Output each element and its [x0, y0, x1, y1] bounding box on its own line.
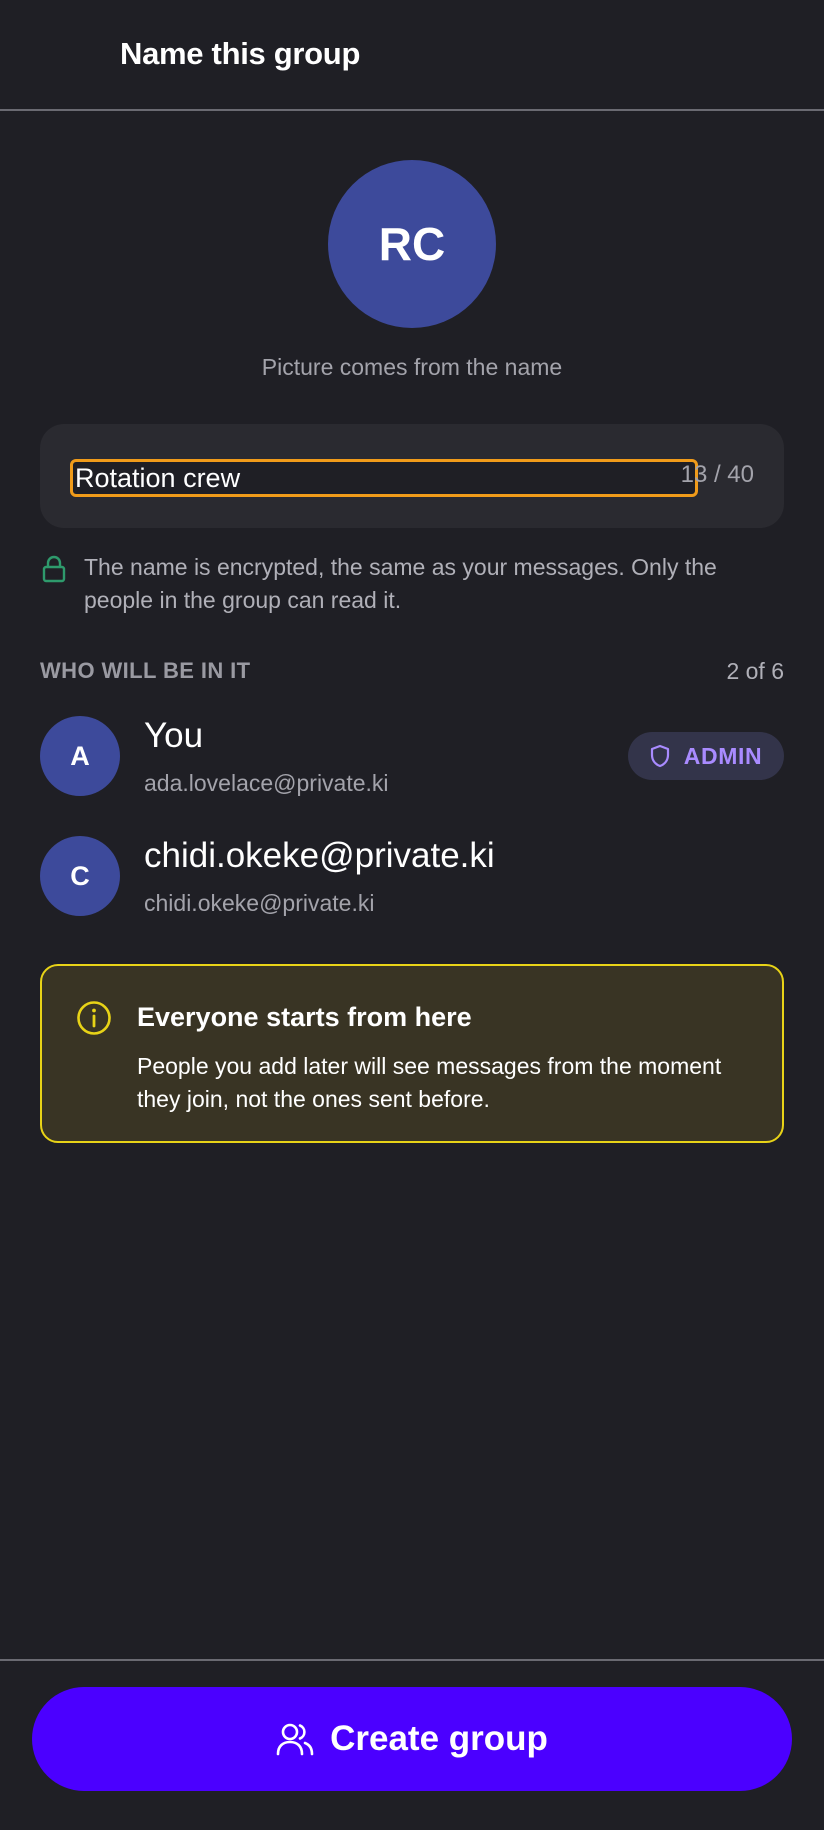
- users-icon: [276, 1723, 314, 1756]
- page-title: Name this group: [120, 36, 361, 71]
- admin-badge: ADMIN: [628, 732, 784, 780]
- group-name-input[interactable]: [70, 459, 698, 497]
- member-name: You: [144, 716, 204, 755]
- create-group-label: Create group: [330, 1719, 548, 1758]
- info-callout: Everyone starts from here People you add…: [40, 964, 784, 1143]
- create-group-button[interactable]: Create group: [32, 1687, 792, 1791]
- member-email: ada.lovelace@private.ki: [144, 770, 389, 796]
- members-label: WHO WILL BE IN IT: [40, 658, 251, 683]
- member-row-you: A You ada.lovelace@private.ki ADMIN: [40, 716, 784, 800]
- group-avatar: RC: [328, 160, 496, 328]
- member-row-chidi: C chidi.okeke@private.ki chidi.okeke@pri…: [40, 836, 784, 920]
- members-count: 2 of 6: [726, 658, 784, 684]
- member-email: chidi.okeke@private.ki: [144, 890, 375, 916]
- header: Name this group: [0, 0, 824, 111]
- info-icon: [77, 1001, 111, 1035]
- avatar: C: [40, 836, 120, 916]
- app: Name this group RC Picture comes from th…: [0, 0, 824, 1830]
- info-title: Everyone starts from here: [137, 1002, 472, 1032]
- group-name-card: 13 / 40: [40, 424, 784, 528]
- lock-icon: [42, 555, 66, 583]
- shield-icon: [650, 744, 669, 768]
- info-body: People you add later will see messages f…: [137, 1053, 722, 1112]
- footer: Create group: [0, 1659, 824, 1830]
- member-name: chidi.okeke@private.ki: [144, 836, 495, 875]
- avatar-caption: Picture comes from the name: [261, 354, 563, 380]
- admin-badge-label: ADMIN: [683, 742, 763, 769]
- encryption-note-text: The name is encrypted, the same as your …: [84, 554, 717, 613]
- character-counter: 13 / 40: [680, 461, 754, 488]
- avatar: A: [40, 716, 120, 796]
